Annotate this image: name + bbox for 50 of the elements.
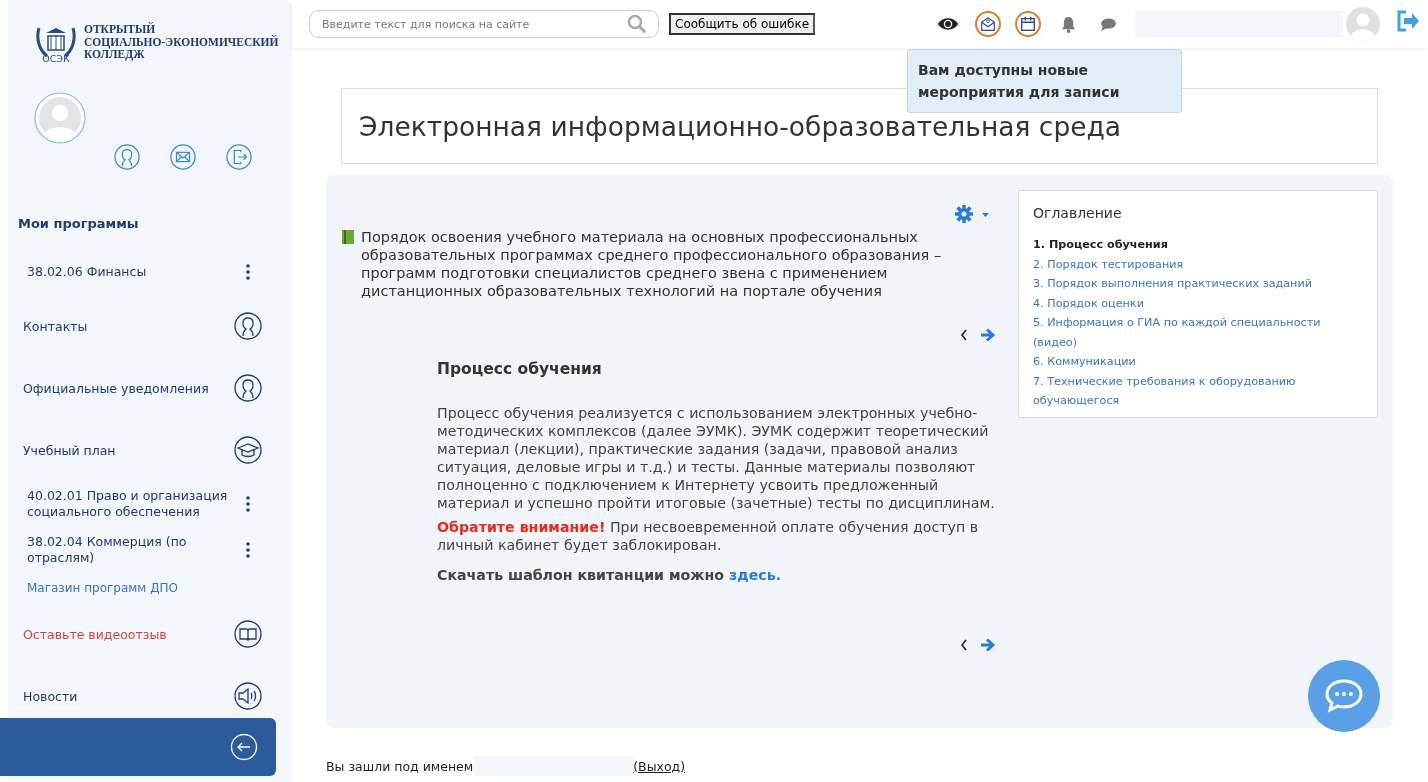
download-link[interactable]: здесь. (728, 567, 782, 583)
notice-text: Обратите внимание! При несвоевременной оплате обучения доступ в личный кабинет будет заблокирован. (437, 518, 980, 554)
download-text: Скачать шаблон квитанции можно здесь. (437, 566, 783, 584)
book-icon[interactable] (234, 620, 262, 648)
menu-link[interactable]: Новости (23, 688, 78, 704)
logged-in-text: Вы зашли под именем (326, 758, 474, 774)
college-name: ОТКРЫТЫЙ СОЦИАЛЬНО-ЭКОНОМИЧЕСКИЙ КОЛЛЕДЖ (84, 21, 279, 61)
previous-icon[interactable] (960, 329, 968, 341)
toc-link[interactable]: 1. Процесс обучения (1033, 235, 1363, 255)
logout-icon[interactable] (1396, 10, 1420, 32)
person-icon[interactable] (234, 374, 262, 402)
menu-link[interactable]: Контакты (23, 318, 88, 334)
speaker-icon[interactable] (234, 682, 262, 710)
program-link[interactable]: 38.02.06 Финансы (27, 264, 147, 280)
program-link[interactable]: 40.02.01 Право и организация социального обеспечения (27, 488, 232, 520)
menu-link[interactable]: Официальные уведомления (23, 380, 209, 396)
graduation-cap-icon[interactable] (234, 436, 262, 464)
toc-link[interactable]: 5. Информация о ГИА по каждой специальности (видео) (1033, 313, 1363, 352)
book-icon (341, 229, 355, 245)
slide-heading: Процесс обучения (437, 360, 603, 378)
next-arrow-icon[interactable] (980, 638, 996, 652)
logout-icon[interactable] (226, 144, 252, 170)
notification-tooltip: Вам доступны новые мероприятия для записи (907, 49, 1182, 113)
toc-link[interactable]: 7. Технические требования к оборудованию обучающегося (1033, 371, 1363, 411)
previous-icon[interactable] (960, 639, 968, 651)
toc-link[interactable]: 6. Коммуникации (1033, 352, 1363, 372)
menu-link[interactable]: Оставьте видеоотзыв (23, 626, 167, 642)
mail-icon[interactable] (975, 11, 1001, 37)
shop-link[interactable]: Магазин программ ДПО (27, 581, 179, 595)
report-error-button[interactable]: Сообщить об ошибке (669, 13, 816, 35)
menu-link[interactable]: Учебный план (23, 442, 116, 458)
more-options-icon[interactable] (246, 542, 250, 558)
search-field[interactable]: Введите текст для поиска на сайте (309, 10, 659, 38)
more-options-icon[interactable] (246, 496, 250, 512)
chat-icon (1324, 678, 1364, 714)
toc-link[interactable]: 2. Порядок тестирования (1033, 254, 1363, 274)
next-arrow-icon[interactable] (980, 328, 996, 342)
toc-link[interactable]: 3. Порядок выполнения практических заданий (1033, 274, 1363, 294)
person-icon[interactable] (234, 312, 262, 340)
intro-text: Порядок освоения учебного материала на основных профессиональных образовательных программах среднего профессионального образования – программ подготовки специалистов среднего звена с применением дистанционных образовательных технологий на портале обучения (361, 228, 943, 300)
slide-paragraph: Процесс обучения реализуется с использованием электронных учебно-методических комплексов (далее ЭУМК). ЭУМК содержит теоретический материал (лекции), практические задания (задачи, правовой анализ ситуация, деловые игры и т.д.) и тесты. Данные материалы позволяют полноценно с подключением к Интернету усвоить предложенный материал и успешно пройти итоговые (зачетные) тесты по дисциплинам. (437, 404, 996, 512)
logout-link[interactable]: (Выход) (633, 758, 686, 774)
toc-link[interactable]: 4. Порядок оценки (1033, 293, 1363, 313)
mail-icon[interactable] (170, 144, 196, 170)
toc-title: Оглавление (1033, 205, 1123, 221)
more-options-icon[interactable] (246, 264, 250, 280)
settings-icon[interactable] (954, 204, 990, 224)
section-title: Мои программы (17, 216, 140, 231)
program-link[interactable]: 38.02.04 Коммерция (по отраслям) (27, 534, 232, 566)
calendar-icon[interactable] (1015, 11, 1041, 37)
